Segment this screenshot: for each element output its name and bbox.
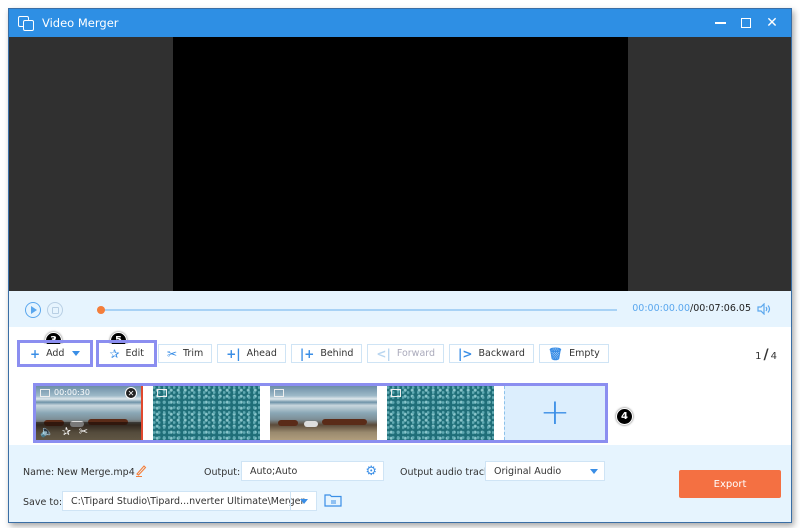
pencil-icon xyxy=(136,465,147,477)
annotation-badge-clips: 4 xyxy=(616,408,633,425)
window-controls: ✕ xyxy=(707,9,785,37)
move-forward-icon: <| xyxy=(376,346,391,361)
backward-label: Backward xyxy=(478,348,525,359)
minimize-button[interactable] xyxy=(707,9,733,37)
close-icon: ✕ xyxy=(766,15,778,31)
page-current: 1 xyxy=(755,351,762,362)
chevron-down-icon xyxy=(299,498,308,504)
total-time: /00:07:06.05 xyxy=(690,303,751,314)
current-time: 00:00:00.00 xyxy=(632,303,691,314)
add-button[interactable]: + Add xyxy=(16,340,94,367)
video-preview-area xyxy=(9,37,791,291)
window-title: Video Merger xyxy=(42,16,119,30)
horse-shape xyxy=(322,419,367,425)
chevron-down-icon xyxy=(590,469,598,474)
audio-track-value: Original Audio xyxy=(494,465,562,477)
page-separator: / xyxy=(763,347,769,363)
open-folder-button[interactable] xyxy=(324,492,342,510)
rename-button[interactable] xyxy=(135,464,147,480)
trash-icon: 🗑 xyxy=(547,346,564,361)
timeline-area: 3 5 + Add ✰ Edit ✂ Trim +| Ahead |+ Behi… xyxy=(9,327,791,445)
progress-slider[interactable] xyxy=(97,306,617,314)
clip-item[interactable]: 00:00:30 ✕ 🔈 ✰ ✂ xyxy=(36,386,143,440)
film-icon xyxy=(391,389,401,397)
insert-ahead-icon: +| xyxy=(226,346,241,361)
ahead-label: Ahead xyxy=(246,348,277,359)
audio-track-select[interactable]: Original Audio xyxy=(485,461,605,481)
video-merger-window: Video Merger ✕ 00:00:00.00/00:07:06.05 3… xyxy=(8,8,792,523)
page-total: 4 xyxy=(770,351,777,362)
film-icon xyxy=(274,389,284,397)
empty-label: Empty xyxy=(569,348,600,359)
clip-item[interactable] xyxy=(153,386,260,440)
film-icon xyxy=(40,389,50,397)
save-path-value: C:\Tipard Studio\Tipard...nverter Ultima… xyxy=(71,495,305,507)
maximize-icon xyxy=(741,18,751,28)
folder-icon xyxy=(324,494,342,507)
forward-button[interactable]: <| Forward xyxy=(367,344,445,363)
backward-button[interactable]: |> Backward xyxy=(449,344,534,363)
plus-icon: + xyxy=(539,392,571,433)
clip-tools: 🔈 ✰ ✂ xyxy=(36,422,141,440)
page-indicator: 1/4 xyxy=(755,347,777,363)
trim-button[interactable]: ✂ Trim xyxy=(157,344,213,363)
output-label: Output: xyxy=(204,467,241,478)
time-display: 00:00:00.00/00:07:06.05 xyxy=(632,303,751,314)
output-settings: Name: New Merge.mp4 Output: Auto;Auto ⚙ … xyxy=(9,454,791,522)
edit-toolbar: + Add ✰ Edit ✂ Trim +| Ahead |+ Behind <… xyxy=(16,340,609,367)
name-value: New Merge.mp4 xyxy=(57,467,135,478)
title-bar[interactable]: Video Merger ✕ xyxy=(9,9,791,37)
player-controls: 00:00:00.00/00:07:06.05 xyxy=(9,291,791,327)
film-icon xyxy=(157,389,167,397)
plus-icon: + xyxy=(30,346,41,361)
settings-gear-icon[interactable]: ⚙ xyxy=(365,464,377,479)
volume-icon xyxy=(757,302,771,316)
close-button[interactable]: ✕ xyxy=(759,9,785,37)
behind-button[interactable]: |+ Behind xyxy=(290,344,363,363)
clip-volume-icon[interactable]: 🔈 xyxy=(40,425,54,438)
horse-shape xyxy=(304,421,318,427)
clip-item[interactable] xyxy=(270,386,377,440)
export-button[interactable]: Export xyxy=(679,470,781,498)
maximize-button[interactable] xyxy=(733,9,759,37)
name-label: Name: xyxy=(23,467,55,478)
video-preview xyxy=(173,37,628,291)
output-value: Auto;Auto xyxy=(250,465,298,477)
scissors-icon: ✂ xyxy=(166,346,177,361)
ahead-button[interactable]: +| Ahead xyxy=(217,344,286,363)
move-backward-icon: |> xyxy=(458,346,473,361)
merge-app-icon xyxy=(18,16,34,31)
add-clip-slot[interactable]: + xyxy=(504,386,605,440)
minimize-icon xyxy=(714,22,726,24)
horse-shape xyxy=(278,420,298,426)
clip-trim-icon[interactable]: ✂ xyxy=(79,425,88,438)
add-dropdown-caret-icon[interactable] xyxy=(72,351,81,356)
clip-strip: 00:00:30 ✕ 🔈 ✰ ✂ + xyxy=(33,383,608,443)
play-button[interactable] xyxy=(25,302,41,318)
insert-behind-icon: |+ xyxy=(299,346,315,361)
save-path-dropdown[interactable] xyxy=(290,492,316,510)
clip-edit-icon[interactable]: ✰ xyxy=(62,425,71,438)
add-label: Add xyxy=(46,348,65,359)
volume-button[interactable] xyxy=(757,302,771,316)
output-format-field[interactable]: Auto;Auto ⚙ xyxy=(241,461,384,481)
audio-track-label: Output audio track: xyxy=(400,467,493,478)
edit-label: Edit xyxy=(125,348,144,359)
empty-button[interactable]: 🗑 Empty xyxy=(538,344,609,363)
trim-label: Trim xyxy=(183,348,204,359)
save-to-label: Save to: xyxy=(23,497,63,508)
clip-item[interactable] xyxy=(387,386,494,440)
clip-duration: 00:00:30 xyxy=(54,388,90,397)
progress-knob[interactable] xyxy=(97,306,105,314)
save-path-field[interactable]: C:\Tipard Studio\Tipard...nverter Ultima… xyxy=(62,491,317,511)
behind-label: Behind xyxy=(320,348,354,359)
stop-button[interactable] xyxy=(47,302,63,318)
remove-clip-button[interactable]: ✕ xyxy=(125,387,137,399)
edit-button[interactable]: ✰ Edit xyxy=(96,340,157,367)
forward-label: Forward xyxy=(396,348,436,359)
magic-wand-icon: ✰ xyxy=(109,346,120,361)
